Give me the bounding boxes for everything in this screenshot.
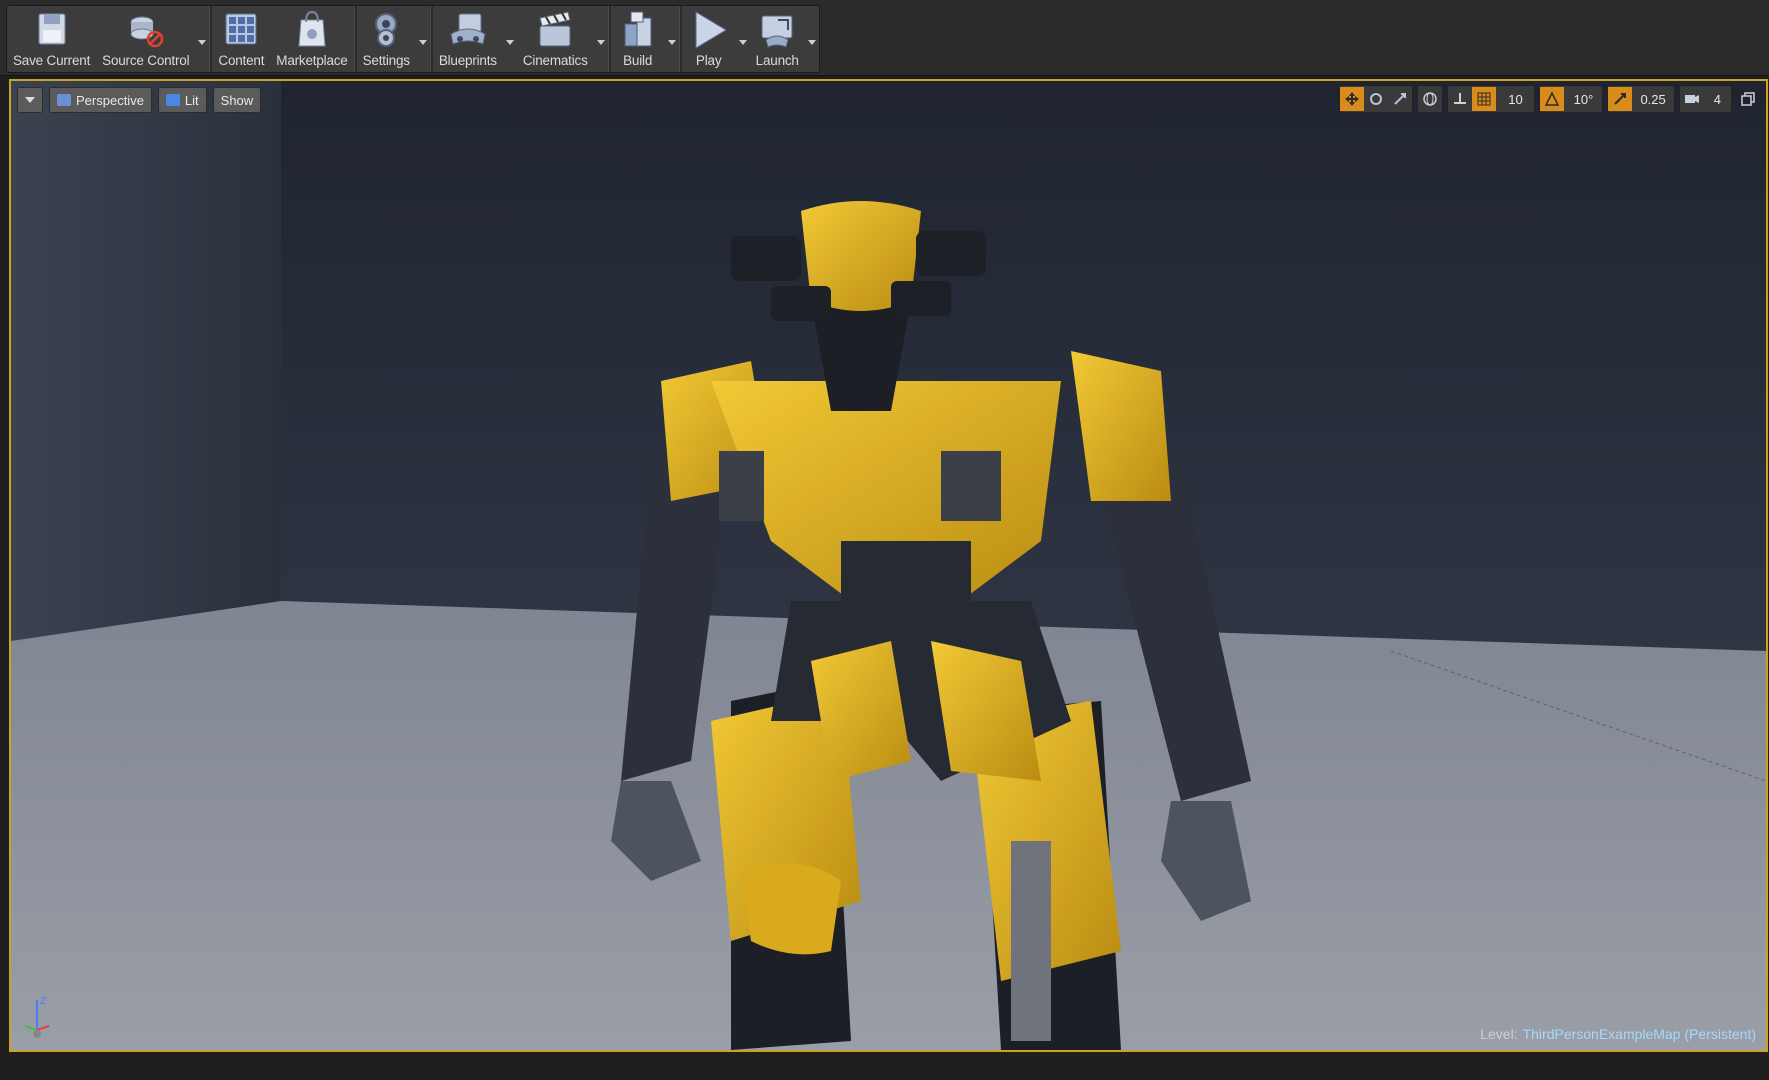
rotation-snap-group: 10° bbox=[1539, 85, 1604, 113]
viewport-options-dropdown[interactable] bbox=[17, 87, 43, 113]
world-coordinates-toggle[interactable] bbox=[1418, 87, 1442, 111]
chevron-down-icon bbox=[25, 97, 35, 103]
grid-snap-group: 10 bbox=[1447, 85, 1536, 113]
build-button[interactable]: Build bbox=[611, 6, 665, 72]
content-icon bbox=[225, 13, 257, 45]
source-control-icon bbox=[130, 16, 164, 48]
viewport-options-bar: Perspective Lit Show bbox=[17, 87, 262, 113]
level-label: Level: bbox=[1480, 1026, 1518, 1042]
lit-button[interactable]: Lit bbox=[157, 87, 207, 113]
blueprints-button[interactable]: Blueprints bbox=[433, 6, 503, 72]
grid-snap-value[interactable]: 10 bbox=[1496, 92, 1534, 107]
angle-icon bbox=[1545, 91, 1560, 106]
main-toolbar: Save Current Source Control Content Mark… bbox=[6, 5, 820, 73]
move-arrows-icon bbox=[1345, 92, 1360, 106]
transform-tools-bar: 10 10° 0.25 4 bbox=[1339, 85, 1760, 113]
level-viewport[interactable]: Perspective Lit Show 10 10° 0.25 4 Z Lev… bbox=[9, 79, 1768, 1052]
cinematics-icon bbox=[539, 11, 571, 47]
coordinate-system-group bbox=[1417, 85, 1444, 113]
source-control-dropdown[interactable] bbox=[195, 6, 209, 72]
translate-tool[interactable] bbox=[1340, 87, 1365, 111]
surface-snap-icon bbox=[1454, 93, 1467, 104]
camera-speed-value[interactable]: 4 bbox=[1704, 92, 1731, 107]
rotation-snap-toggle[interactable] bbox=[1540, 87, 1565, 111]
camera-speed-group: 4 bbox=[1678, 85, 1732, 113]
show-button[interactable]: Show bbox=[212, 87, 262, 113]
viewport-scene bbox=[11, 81, 1766, 1050]
current-level-label: Level: ThirdPersonExampleMap (Persistent) bbox=[1480, 1026, 1756, 1042]
launch-icon bbox=[761, 15, 793, 48]
save-current-button[interactable]: Save Current bbox=[7, 6, 96, 72]
camera-icon bbox=[57, 94, 71, 106]
play-button[interactable]: Play bbox=[682, 6, 736, 72]
rotation-snap-value[interactable]: 10° bbox=[1564, 92, 1602, 107]
rotate-icon bbox=[1370, 93, 1383, 105]
axis-gizmo: Z bbox=[24, 996, 50, 1038]
restore-icon bbox=[1741, 92, 1755, 106]
grid-icon bbox=[1477, 92, 1491, 106]
build-icon bbox=[624, 11, 652, 47]
blueprints-dropdown[interactable] bbox=[503, 6, 517, 72]
settings-icon bbox=[375, 13, 398, 47]
play-icon bbox=[695, 11, 727, 49]
show-label: Show bbox=[220, 92, 254, 108]
launch-dropdown[interactable] bbox=[805, 6, 819, 72]
camera-speed-icon bbox=[1680, 87, 1704, 111]
settings-button[interactable]: Settings bbox=[357, 6, 416, 72]
marketplace-button[interactable]: Marketplace bbox=[270, 6, 353, 72]
cinematics-button[interactable]: Cinematics bbox=[517, 6, 594, 72]
scale-icon bbox=[1394, 93, 1407, 105]
scale-snap-value[interactable]: 0.25 bbox=[1632, 92, 1673, 107]
level-name: ThirdPersonExampleMap (Persistent) bbox=[1522, 1026, 1756, 1042]
svg-text:Z: Z bbox=[40, 996, 46, 1007]
scale-snap-group: 0.25 bbox=[1607, 85, 1675, 113]
rotate-tool[interactable] bbox=[1364, 87, 1388, 111]
lit-label: Lit bbox=[184, 92, 199, 108]
play-dropdown[interactable] bbox=[736, 6, 750, 72]
lit-cube-icon bbox=[165, 94, 180, 106]
settings-dropdown[interactable] bbox=[416, 6, 430, 72]
perspective-label: Perspective bbox=[76, 92, 144, 108]
content-button[interactable]: Content bbox=[212, 6, 270, 72]
globe-icon bbox=[1423, 92, 1438, 106]
scale-snap-toggle[interactable] bbox=[1608, 87, 1633, 111]
camera-icon bbox=[1684, 95, 1699, 103]
build-dropdown[interactable] bbox=[665, 6, 679, 72]
perspective-button[interactable]: Perspective bbox=[49, 87, 152, 113]
source-control-button[interactable]: Source Control bbox=[96, 6, 195, 72]
bottom-status-strip bbox=[0, 1052, 1769, 1080]
launch-button[interactable]: Launch bbox=[750, 6, 805, 72]
transform-mode-group bbox=[1339, 85, 1414, 113]
grid-snap-toggle[interactable] bbox=[1472, 87, 1497, 111]
marketplace-icon bbox=[298, 10, 326, 47]
scale-snap-icon bbox=[1614, 93, 1627, 105]
maximize-viewport-button[interactable] bbox=[1736, 87, 1760, 111]
cinematics-dropdown[interactable] bbox=[594, 6, 608, 72]
save-icon bbox=[38, 13, 66, 45]
scale-tool[interactable] bbox=[1388, 87, 1412, 111]
blueprints-icon bbox=[450, 13, 486, 45]
surface-snap-toggle[interactable] bbox=[1448, 87, 1472, 111]
main-toolbar-strip: Save Current Source Control Content Mark… bbox=[0, 0, 1769, 76]
